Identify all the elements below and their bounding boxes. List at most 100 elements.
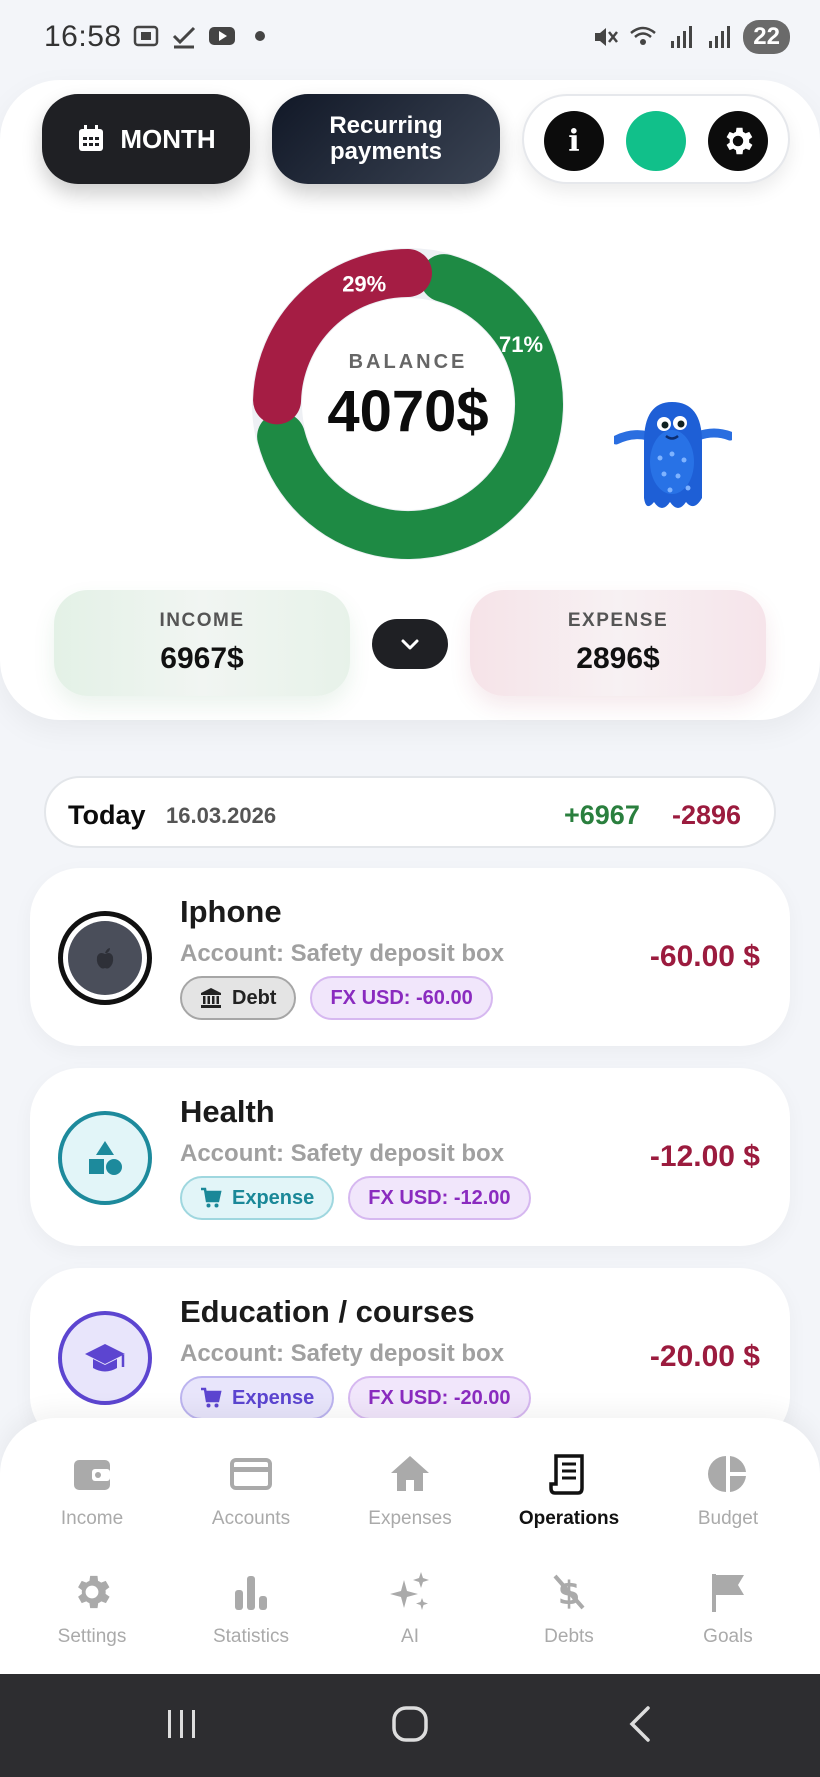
income-summary-card[interactable]: INCOME 6967$ [54,590,350,696]
shapes-icon [89,1141,122,1175]
operation-title: Education / courses [180,1294,475,1329]
no-dollar-icon: $ [553,1574,585,1612]
day-expense-total: -2896 [672,800,742,830]
day-label: Today [68,800,146,830]
operation-card[interactable]: Iphone Account: Safety deposit box Debt … [30,868,790,1046]
card-icon [230,1458,272,1490]
operation-type-label: Expense [232,1186,315,1209]
home-icon [391,1456,429,1491]
screenshot-icon [133,25,159,47]
balance-label: BALANCE [348,351,468,373]
gear-icon [726,127,753,155]
operation-card[interactable]: Health Account: Safety deposit box Expen… [30,1068,790,1246]
recents-icon[interactable] [162,1704,202,1744]
recurring-payments-button[interactable]: Recurring payments [272,94,500,184]
wifi-icon [630,26,657,45]
balance-donut-chart: 29% 71% BALANCE 4070$ [250,246,566,562]
nav-item-accounts[interactable]: Accounts [181,1452,321,1530]
status-time: 16:58 [44,20,122,53]
nav-item-income[interactable]: Income [22,1452,162,1530]
nav-item-statistics[interactable]: Statistics [181,1570,321,1648]
day-date: 16.03.2026 [166,803,277,828]
dot-icon [255,31,265,41]
receipt-icon [549,1454,584,1495]
operation-type-label: Debt [232,986,277,1009]
nav-label: Income [60,1508,124,1529]
expand-toggle-button[interactable] [372,619,448,669]
nav-label: Accounts [211,1508,291,1529]
settings-button[interactable] [708,111,768,171]
fx-badge: FX USD: -60.00 [310,976,493,1020]
operation-title: Health [180,1094,275,1129]
day-income-total: +6967 [564,800,640,830]
mascot-image [614,402,732,508]
home-button-icon[interactable] [390,1704,430,1744]
operation-title: Iphone [180,894,282,929]
operation-type-badge: Expense [180,1176,335,1220]
nav-item-budget[interactable]: Budget [658,1452,798,1530]
pie-icon [708,1456,746,1492]
battery-indicator: 22 [743,20,790,54]
expense-summary-card[interactable]: EXPENSE 2896$ [470,590,766,696]
expense-value: 2896$ [576,642,660,675]
operation-amount: -12.00 $ [649,1140,760,1173]
nav-item-operations[interactable]: Operations [499,1452,639,1530]
header-controls: i [522,94,790,184]
operation-type-badge: Debt [180,976,297,1020]
balance-value: 4070$ [327,379,489,444]
nav-item-settings[interactable]: Settings [22,1570,162,1648]
mute-icon [595,28,619,46]
nav-item-debts[interactable]: $ Debts [499,1570,639,1648]
nav-label: Settings [57,1626,127,1647]
nav-label: Goals [703,1626,753,1647]
operation-amount: -60.00 $ [649,940,760,973]
bottom-navigation: Income Accounts Expenses Operations Budg… [0,1418,820,1674]
fx-badge: FX USD: -12.00 [348,1176,531,1220]
graduation-cap-icon [85,1344,125,1372]
operation-amount: -20.00 $ [649,1340,760,1373]
theme-color-button[interactable] [626,111,686,171]
wallet-icon [74,1460,110,1490]
nav-label: AI [401,1626,419,1647]
nav-label: Budget [697,1508,759,1529]
apple-icon [96,948,114,969]
cart-icon [201,1387,222,1408]
bank-icon [201,988,221,1008]
signal-icon [671,26,693,48]
nav-label: Expenses [368,1508,452,1529]
recurring-line1: Recurring [329,112,443,139]
nav-item-ai[interactable]: AI [340,1570,480,1648]
operation-type-badge: Expense [180,1376,335,1420]
nav-label: Debts [544,1626,594,1647]
back-icon[interactable] [622,1704,662,1744]
info-button[interactable]: i [544,111,604,171]
sparkles-icon [390,1572,429,1610]
check-icon [172,26,196,49]
bar-chart-icon [235,1576,267,1610]
flag-icon [712,1574,744,1612]
gear-icon [78,1575,110,1609]
month-button[interactable]: MONTH [42,94,250,184]
operation-account: Account: Safety deposit box [180,1140,505,1167]
income-value: 6967$ [160,642,244,675]
recurring-line2: payments [329,138,443,165]
cart-icon [201,1187,222,1208]
operation-type-label: Expense [232,1386,315,1409]
income-label: INCOME [159,610,245,631]
expense-label: EXPENSE [567,610,669,631]
month-label: MONTH [120,123,216,154]
operation-account: Account: Safety deposit box [180,1340,505,1367]
nav-label: Statistics [212,1626,290,1647]
chevron-down-icon [401,639,419,650]
day-header: Today 16.03.2026 +6967 -2896 [44,776,776,848]
youtube-icon [209,27,235,45]
nav-label: Operations [518,1508,620,1529]
status-bar: 16:58 22 [0,0,820,72]
nav-item-goals[interactable]: Goals [658,1570,798,1648]
operation-account: Account: Safety deposit box [180,940,505,967]
calendar-icon [79,125,104,151]
nav-item-expenses[interactable]: Expenses [340,1452,480,1530]
signal-icon [709,26,731,48]
system-navigation-bar [0,1674,820,1777]
info-icon: i [568,123,580,159]
